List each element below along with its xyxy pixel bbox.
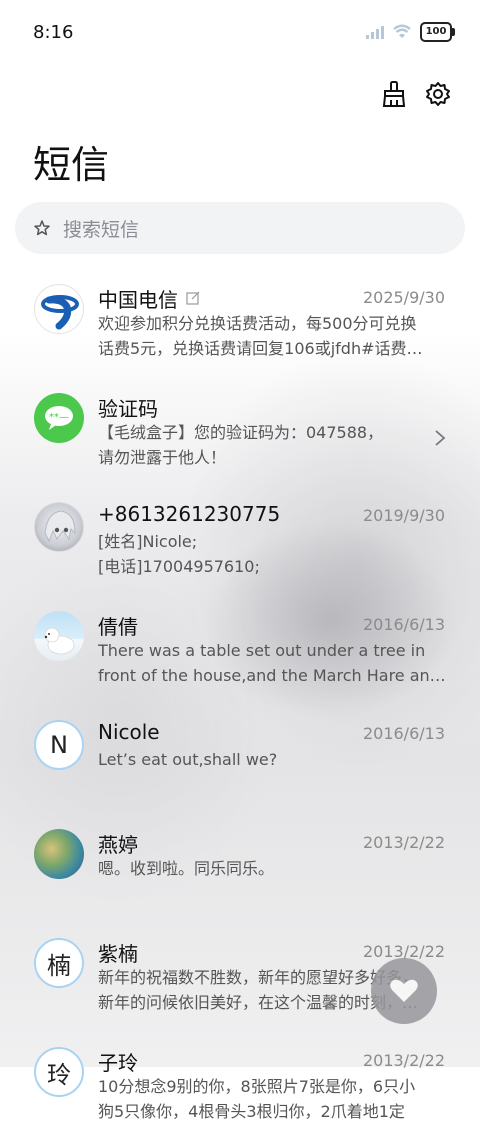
message-date: 2013/2/22: [362, 1051, 445, 1070]
settings-button[interactable]: [424, 80, 452, 108]
status-time: 8:16: [33, 22, 74, 43]
message-preview: Let’s eat out,shall we?: [98, 750, 278, 769]
conversation-row[interactable]: 玲 子玲 2013/2/22 10分想念9别的你，8张照片7张是你，6只小 狗5…: [0, 1033, 480, 1142]
chat-bubble-icon: **—: [45, 406, 73, 430]
gear-icon: [426, 82, 450, 106]
wifi-icon: [393, 24, 411, 38]
floating-action-button[interactable]: [371, 958, 437, 1024]
message-preview: 10分想念9别的你，8张照片7张是你，6只小 狗5只像你，4根骨头3根归你，2爪…: [98, 1077, 416, 1120]
message-preview: 欢迎参加积分兑换话费活动，每500分可兑换 话费5元，兑换话费请回复106或jf…: [98, 314, 423, 358]
contact-name: 验证码: [98, 397, 158, 421]
contact-name: 子玲: [98, 1051, 138, 1075]
message-date: 2019/9/30: [362, 506, 445, 525]
anime-avatar-icon: [44, 510, 76, 543]
toolbar: [380, 80, 452, 108]
page-title: 短信: [33, 143, 110, 187]
avatar: 玲: [34, 1047, 84, 1097]
conversation-row[interactable]: +8613261230775 2019/9/30 [姓名]Nicole; [电话…: [0, 488, 480, 597]
battery-icon: 100: [420, 22, 455, 42]
status-icons: 100: [366, 22, 455, 42]
message-preview: [姓名]Nicole; [电话]17004957610;: [98, 532, 260, 576]
avatar: **—: [34, 393, 84, 443]
message-preview: 嗯。收到啦。同乐同乐。: [98, 859, 275, 878]
avatar: N: [34, 720, 84, 770]
china-telecom-logo-icon: [41, 295, 79, 330]
external-link-icon: [186, 291, 200, 305]
search-bar[interactable]: 搜索短信: [15, 202, 465, 254]
conversation-row[interactable]: 中国电信 2025/9/30 欢迎参加积分兑换话费活动，每500分可兑换 话费5…: [0, 270, 480, 379]
search-placeholder: 搜索短信: [63, 218, 140, 241]
svg-text:**—: **—: [49, 412, 69, 423]
star-icon: [34, 220, 50, 236]
conversation-row[interactable]: N Nicole 2016/6/13 Let’s eat out,shall w…: [0, 706, 480, 815]
conversation-row[interactable]: 倩倩 2016/6/13 There was a table set out u…: [0, 597, 480, 706]
broom-icon: [382, 81, 406, 107]
contact-name: 紫楠: [98, 942, 138, 966]
chevron-right-icon: [435, 430, 446, 446]
contact-name: +8613261230775: [98, 502, 281, 526]
message-date: 2016/6/13: [362, 615, 445, 634]
avatar: [34, 829, 84, 879]
avatar: 楠: [34, 938, 84, 988]
status-bar: 8:16 100: [0, 0, 480, 68]
heart-icon: [390, 979, 418, 1002]
message-date: 2025/9/30: [362, 288, 445, 307]
message-date: 2013/2/22: [362, 833, 445, 852]
message-preview: There was a table set out under a tree i…: [98, 641, 446, 685]
contact-name: 倩倩: [98, 615, 138, 639]
avatar: [34, 611, 84, 661]
message-preview: 【毛绒盒子】您的验证码为：047588， 请勿泄露于他人！: [98, 423, 384, 467]
conversation-row[interactable]: **— 验证码 【毛绒盒子】您的验证码为：047588， 请勿泄露于他人！: [0, 379, 480, 488]
contact-name: 中国电信: [98, 284, 200, 313]
clean-button[interactable]: [380, 80, 408, 108]
avatar: [34, 284, 84, 334]
avatar: [34, 502, 84, 552]
signal-icon: [366, 25, 384, 39]
contact-name: 燕婷: [98, 833, 138, 857]
contact-name: Nicole: [98, 720, 160, 744]
polar-bear-icon: [44, 627, 75, 655]
conversation-row[interactable]: 燕婷 2013/2/22 嗯。收到啦。同乐同乐。: [0, 815, 480, 924]
message-date: 2016/6/13: [362, 724, 445, 743]
